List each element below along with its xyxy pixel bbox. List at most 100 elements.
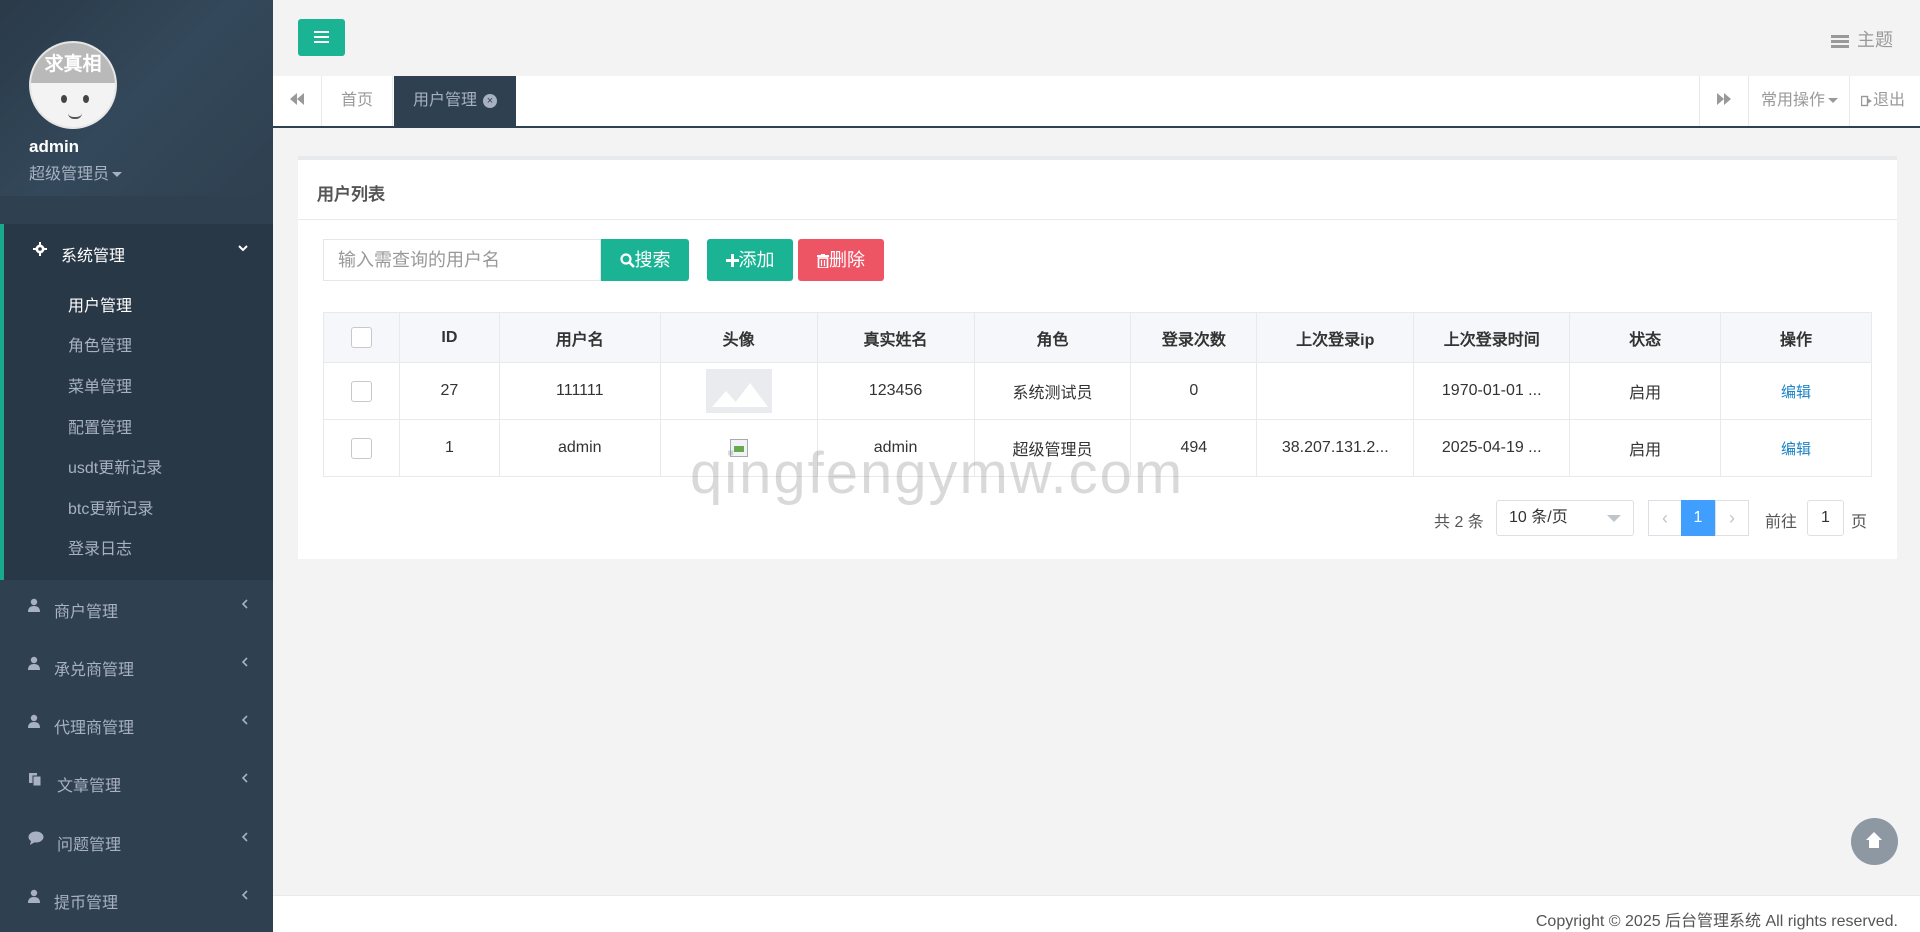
sidebar-item-btc-records[interactable]: btc更新记录 xyxy=(68,495,153,519)
theme-button[interactable]: 主题 xyxy=(1831,26,1893,52)
cell-login-count: 494 xyxy=(1130,419,1258,477)
sidebar: 求真相 admin 超级管理员 系统管理 用户管理 角色管理 菜单管理 配置管理… xyxy=(0,0,273,932)
sidebar-item-article[interactable]: 文章管理 xyxy=(0,753,273,811)
sidebar-item-label: 提币管理 xyxy=(54,895,119,912)
avatar-mouth xyxy=(68,113,82,119)
cell-id: 1 xyxy=(399,419,500,477)
top-navbar: 主题 xyxy=(273,0,1920,76)
profile-block: 求真相 admin 超级管理员 xyxy=(0,0,273,196)
column-header-username[interactable]: 用户名 xyxy=(499,312,661,363)
tabs-scroll-left-button[interactable] xyxy=(273,76,322,126)
user-list-panel: 用户列表 搜索 添加 删除 ID 用户名 头像 真实姓名 角色 登录次数 上次登… xyxy=(298,156,1897,559)
double-chevron-left-icon xyxy=(290,92,304,109)
cell-last-ip xyxy=(1256,362,1415,420)
user-icon xyxy=(28,714,40,731)
row-select-cell xyxy=(323,362,400,420)
next-page-button[interactable]: › xyxy=(1715,500,1749,536)
page-size-select[interactable]: 10 条/页 xyxy=(1496,500,1634,536)
logout-button[interactable]: 退出 xyxy=(1849,76,1920,126)
image-placeholder-icon[interactable] xyxy=(705,369,772,413)
sidebar-item-merchant[interactable]: 商户管理 xyxy=(0,579,273,637)
chevron-left-icon xyxy=(241,830,249,846)
current-page-button[interactable]: 1 xyxy=(1681,500,1715,536)
sidebar-item-login-log[interactable]: 登录日志 xyxy=(68,535,132,559)
status-badge: 启用 xyxy=(1569,419,1722,477)
tab-user-management[interactable]: 用户管理 × xyxy=(394,76,517,126)
select-all-cell xyxy=(323,312,400,363)
sidebar-item-role-management[interactable]: 角色管理 xyxy=(68,332,132,356)
cell-action: 编辑 xyxy=(1720,362,1872,420)
search-button[interactable]: 搜索 xyxy=(601,239,689,281)
column-header-last-time[interactable]: 上次登录时间 xyxy=(1413,312,1571,363)
sidebar-item-question[interactable]: 问题管理 xyxy=(0,812,273,870)
avatar-eye-right xyxy=(83,95,89,103)
delete-label: 删除 xyxy=(829,250,865,270)
row-checkbox[interactable] xyxy=(350,437,372,459)
pagination-total: 共 2 条 xyxy=(1434,514,1484,531)
edit-link[interactable]: 编辑 xyxy=(1781,441,1811,458)
sidebar-item-usdt-records[interactable]: usdt更新记录 xyxy=(68,454,162,478)
add-user-button[interactable]: 添加 xyxy=(707,239,793,281)
chevron-left-icon xyxy=(241,888,249,904)
user-icon xyxy=(28,598,40,615)
column-header-real-name[interactable]: 真实姓名 xyxy=(817,312,975,363)
common-operations-label: 常用操作 xyxy=(1761,92,1826,109)
delete-button[interactable]: 删除 xyxy=(798,239,884,281)
table-row: 1 admin admin 超级管理员 494 38.207.131.2... … xyxy=(323,419,1872,477)
chevron-down-icon xyxy=(237,241,249,257)
page-tabs-bar: 首页 用户管理 × 常用操作 退出 xyxy=(273,76,1920,128)
user-role-dropdown[interactable]: 超级管理员 xyxy=(29,160,123,184)
column-header-id[interactable]: ID xyxy=(399,312,500,363)
common-operations-dropdown[interactable]: 常用操作 xyxy=(1761,76,1839,126)
row-checkbox[interactable] xyxy=(350,380,372,402)
chevron-down-icon xyxy=(1607,515,1621,522)
goto-page-input[interactable]: 1 xyxy=(1807,500,1844,536)
column-header-avatar[interactable]: 头像 xyxy=(660,312,818,363)
table-row: 27 111111 123456 系统测试员 0 1970-01-01 ... … xyxy=(323,362,1872,420)
back-home-button[interactable] xyxy=(1851,818,1898,865)
broken-image-icon[interactable] xyxy=(729,438,748,457)
plus-icon xyxy=(725,254,739,267)
tab-home[interactable]: 首页 xyxy=(322,76,394,126)
theme-label: 主题 xyxy=(1857,30,1893,50)
prev-page-button[interactable]: ‹ xyxy=(1648,500,1682,536)
footer: Copyright © 2025 后台管理系统 All rights reser… xyxy=(273,895,1920,932)
comment-icon xyxy=(28,831,44,848)
sidebar-item-acceptor[interactable]: 承兑商管理 xyxy=(0,637,273,695)
chevron-left-icon xyxy=(241,713,249,729)
chevron-left-icon: ‹ xyxy=(1662,508,1668,528)
sidebar-group-header-system[interactable]: 系统管理 xyxy=(4,224,273,280)
search-input[interactable] xyxy=(323,239,601,281)
user-icon xyxy=(28,656,40,673)
sidebar-item-withdraw[interactable]: 提币管理 xyxy=(0,870,273,928)
edit-link[interactable]: 编辑 xyxy=(1781,384,1811,401)
cell-id: 27 xyxy=(399,362,500,420)
cell-action: 编辑 xyxy=(1720,419,1872,477)
close-icon[interactable]: × xyxy=(483,93,498,108)
sidebar-toggle-button[interactable] xyxy=(298,19,345,56)
column-header-status[interactable]: 状态 xyxy=(1569,312,1722,363)
gear-icon xyxy=(33,242,47,261)
cell-role: 超级管理员 xyxy=(974,419,1132,477)
avatar[interactable]: 求真相 xyxy=(29,41,117,129)
column-header-login-count[interactable]: 登录次数 xyxy=(1130,312,1258,363)
sidebar-item-agent[interactable]: 代理商管理 xyxy=(0,695,273,753)
sidebar-item-config-management[interactable]: 配置管理 xyxy=(68,414,132,438)
select-all-checkbox[interactable] xyxy=(350,327,372,348)
sidebar-item-label: 代理商管理 xyxy=(54,720,135,737)
column-header-role[interactable]: 角色 xyxy=(974,312,1132,363)
sidebar-item-menu-management[interactable]: 菜单管理 xyxy=(68,373,132,397)
table-header-row: ID 用户名 头像 真实姓名 角色 登录次数 上次登录ip 上次登录时间 状态 … xyxy=(323,312,1872,363)
column-header-action[interactable]: 操作 xyxy=(1720,312,1872,363)
sidebar-item-user-management[interactable]: 用户管理 xyxy=(68,292,132,316)
tabs-scroll-right-button[interactable] xyxy=(1699,76,1749,126)
chevron-left-icon xyxy=(241,597,249,613)
column-header-last-ip[interactable]: 上次登录ip xyxy=(1256,312,1415,363)
user-role-label: 超级管理员 xyxy=(29,166,110,183)
sign-out-icon xyxy=(1860,92,1873,109)
add-label: 添加 xyxy=(738,250,775,270)
tab-label: 用户管理 xyxy=(413,92,478,109)
sidebar-item-label: 文章管理 xyxy=(57,778,122,795)
sidebar-group-label: 系统管理 xyxy=(61,248,126,265)
status-badge: 启用 xyxy=(1569,362,1722,420)
